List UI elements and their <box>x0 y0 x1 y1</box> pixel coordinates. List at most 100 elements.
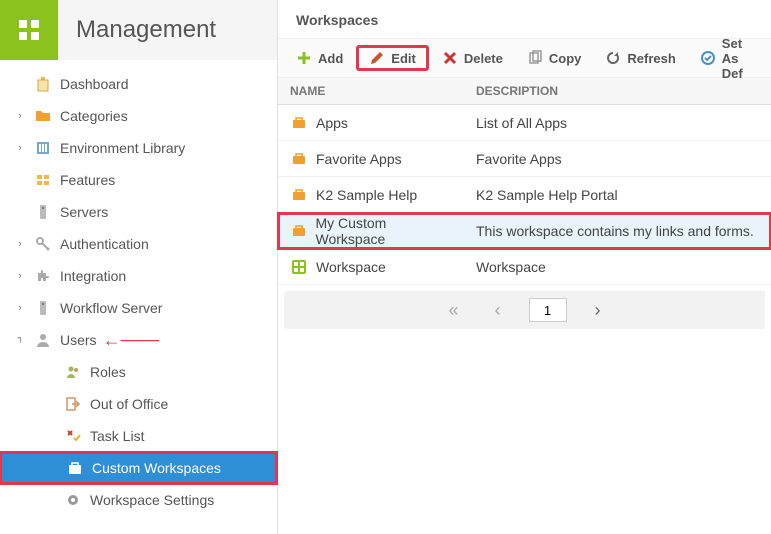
btn-label: Set As Def <box>722 36 753 81</box>
row-desc: Favorite Apps <box>466 145 771 173</box>
set-default-button[interactable]: Set As Def <box>690 32 763 85</box>
sidebar-item-ooo[interactable]: Out of Office <box>30 388 277 420</box>
nav-label: Users <box>60 332 97 348</box>
chevron-right-icon: › <box>12 270 28 282</box>
server-icon <box>32 300 54 316</box>
briefcase-icon <box>64 460 86 476</box>
table-header: NAME DESCRIPTION <box>278 78 771 105</box>
btn-label: Delete <box>464 51 503 66</box>
copy-icon <box>527 50 543 66</box>
sidebar-item-features[interactable]: Features <box>0 164 277 196</box>
refresh-icon <box>605 50 621 66</box>
column-desc[interactable]: DESCRIPTION <box>466 78 771 104</box>
pager-prev[interactable]: ‹ <box>487 298 509 323</box>
sidebar-item-auth[interactable]: › Authentication <box>0 228 277 260</box>
main-content: Workspaces Add Edit Delete Copy Refresh <box>278 0 771 534</box>
nav-tree: Dashboard › Categories › Environment Lib… <box>0 60 277 516</box>
sidebar-item-workflow[interactable]: › Workflow Server <box>0 292 277 324</box>
pager-first[interactable]: « <box>440 298 466 323</box>
user-icon <box>32 332 54 348</box>
row-name: My Custom Workspace <box>316 215 457 247</box>
plus-icon <box>296 50 312 66</box>
chevron-right-icon: › <box>12 142 28 154</box>
delete-button[interactable]: Delete <box>432 46 513 70</box>
nav-label: Integration <box>60 268 126 284</box>
nav-label: Environment Library <box>60 140 185 156</box>
add-button[interactable]: Add <box>286 46 353 70</box>
copy-button[interactable]: Copy <box>517 46 592 70</box>
row-desc: K2 Sample Help Portal <box>466 181 771 209</box>
sidebar-header: Management <box>0 0 277 60</box>
row-name: Apps <box>316 115 348 131</box>
server-icon <box>32 204 54 220</box>
sidebar-item-categories[interactable]: › Categories <box>0 100 277 132</box>
refresh-button[interactable]: Refresh <box>595 46 685 70</box>
table-row[interactable]: Apps List of All Apps <box>278 105 771 141</box>
sidebar-item-envlib[interactable]: › Environment Library <box>0 132 277 164</box>
dashboard-icon <box>32 76 54 92</box>
nav-label: Task List <box>90 428 144 444</box>
tasklist-icon <box>62 428 84 444</box>
btn-label: Refresh <box>627 51 675 66</box>
gear-icon <box>62 492 84 508</box>
table-row[interactable]: Workspace Workspace <box>278 249 771 285</box>
roles-icon <box>62 364 84 380</box>
puzzle-icon <box>32 268 54 284</box>
nav-label: Roles <box>90 364 126 380</box>
nav-label: Out of Office <box>90 396 168 412</box>
chevron-right-icon: › <box>12 302 28 314</box>
briefcase-icon <box>290 150 308 168</box>
row-name: Workspace <box>316 259 386 275</box>
nav-label: Dashboard <box>60 76 129 92</box>
row-desc: This workspace contains my links and for… <box>466 217 771 245</box>
folder-icon <box>32 108 54 124</box>
briefcase-icon <box>290 114 308 132</box>
nav-label: Categories <box>60 108 128 124</box>
sidebar-item-custom-workspaces[interactable]: Custom Workspaces <box>0 452 277 484</box>
annotation-arrow: ←─── <box>103 330 159 351</box>
sidebar-item-integration[interactable]: › Integration <box>0 260 277 292</box>
sidebar-item-dashboard[interactable]: Dashboard <box>0 68 277 100</box>
chevron-down-icon: ⌐ <box>14 332 26 348</box>
nav-label: Workflow Server <box>60 300 162 316</box>
briefcase-icon <box>290 186 308 204</box>
chevron-right-icon: › <box>12 238 28 250</box>
key-icon <box>32 236 54 252</box>
btn-label: Add <box>318 51 343 66</box>
nav-label: Custom Workspaces <box>92 460 221 476</box>
sidebar-title: Management <box>58 16 216 44</box>
sidebar-item-roles[interactable]: Roles <box>30 356 277 388</box>
pager-next[interactable]: › <box>587 298 609 323</box>
btn-label: Edit <box>391 51 416 66</box>
nav-label: Features <box>60 172 115 188</box>
column-name[interactable]: NAME <box>278 78 466 104</box>
row-name: Favorite Apps <box>316 151 402 167</box>
row-desc: Workspace <box>466 253 771 281</box>
row-desc: List of All Apps <box>466 109 771 137</box>
features-icon <box>32 172 54 188</box>
library-icon <box>32 140 54 156</box>
pencil-icon <box>369 50 385 66</box>
nav-label: Authentication <box>60 236 149 252</box>
table-row[interactable]: Favorite Apps Favorite Apps <box>278 141 771 177</box>
table-row[interactable]: My Custom Workspace This workspace conta… <box>278 213 771 249</box>
sidebar-item-ws-settings[interactable]: Workspace Settings <box>30 484 277 516</box>
sidebar-item-servers[interactable]: Servers <box>0 196 277 228</box>
app-logo <box>0 0 58 60</box>
btn-label: Copy <box>549 51 582 66</box>
sidebar-item-tasklist[interactable]: Task List <box>30 420 277 452</box>
nav-label: Servers <box>60 204 108 220</box>
toolbar: Add Edit Delete Copy Refresh Set As Def <box>278 38 771 78</box>
briefcase-icon <box>290 222 308 240</box>
check-icon <box>700 50 716 66</box>
nav-label: Workspace Settings <box>90 492 214 508</box>
pager: « ‹ › <box>284 291 765 329</box>
exit-icon <box>62 396 84 412</box>
x-icon <box>442 50 458 66</box>
edit-button[interactable]: Edit <box>357 46 428 70</box>
chevron-right-icon: › <box>12 110 28 122</box>
sidebar: Management Dashboard › Categories › Envi… <box>0 0 278 534</box>
pager-page-input[interactable] <box>529 298 567 322</box>
sidebar-item-users[interactable]: ⌐ Users ←─── <box>0 324 277 356</box>
row-name: K2 Sample Help <box>316 187 417 203</box>
